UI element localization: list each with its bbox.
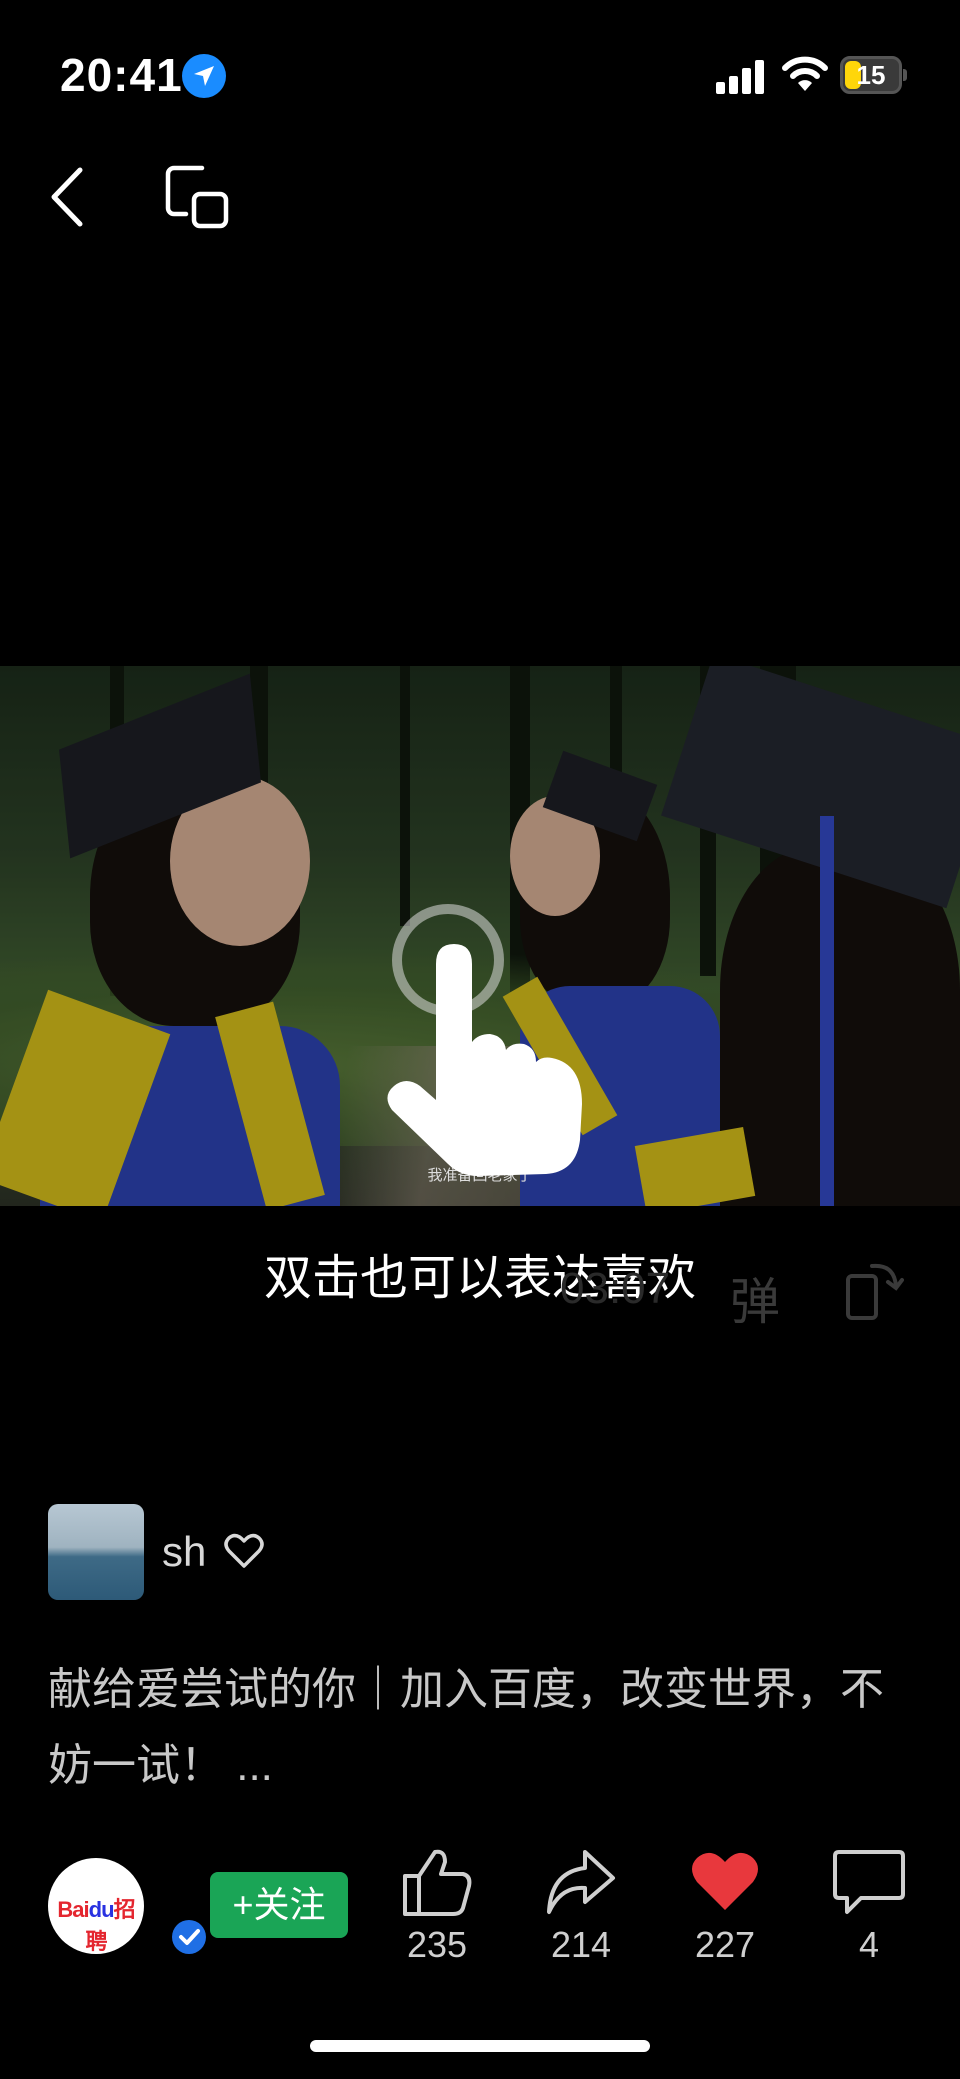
comment-button[interactable]: 4 — [814, 1846, 924, 1966]
battery-level: 15 — [856, 60, 886, 90]
home-indicator[interactable] — [310, 2040, 650, 2052]
like-button[interactable]: 235 — [382, 1846, 492, 1966]
heart-outline-icon[interactable] — [224, 1532, 264, 1570]
danmu-toggle-button[interactable]: 弹 — [730, 1262, 780, 1334]
baidu-recruit-logo: Baidu招聘 — [57, 1897, 135, 1954]
comment-count: 4 — [858, 1924, 880, 1965]
battery-icon: 15 — [840, 56, 907, 94]
like-count: 235 — [406, 1924, 468, 1965]
status-time: 20:41 — [60, 49, 183, 101]
share-arrow-icon — [547, 1850, 615, 1914]
cellular-signal-icon — [716, 58, 768, 94]
author-avatar[interactable] — [48, 1504, 144, 1600]
video-description[interactable]: 献给爱尝试的你｜加入百度，改变世界，不妨一试！ ... — [48, 1652, 908, 1804]
rotate-screen-icon[interactable] — [842, 1258, 904, 1322]
author-name[interactable]: sh — [162, 1528, 206, 1576]
share-button[interactable]: 214 — [526, 1846, 636, 1966]
double-tap-hint: 双击也可以表达喜欢 — [263, 1252, 696, 1305]
share-count: 214 — [550, 1924, 612, 1965]
publisher-avatar[interactable]: Baidu招聘 — [48, 1858, 144, 1954]
status-bar: 20:41 15 — [0, 0, 960, 150]
location-icon — [182, 54, 226, 98]
favorite-button[interactable]: 227 — [670, 1846, 780, 1966]
follow-button[interactable]: +关注 — [210, 1872, 348, 1938]
verified-badge-icon — [172, 1920, 206, 1954]
wifi-icon — [782, 56, 828, 91]
comment-bubble-icon — [833, 1850, 905, 1914]
heart-filled-icon — [692, 1852, 758, 1910]
thumbs-up-icon — [403, 1849, 472, 1916]
pointing-hand-icon — [387, 944, 582, 1176]
favorite-count: 227 — [694, 1924, 756, 1965]
back-icon[interactable] — [46, 162, 96, 232]
picture-in-picture-icon[interactable] — [164, 164, 230, 230]
video-duration: 03:07 — [560, 1264, 671, 1313]
